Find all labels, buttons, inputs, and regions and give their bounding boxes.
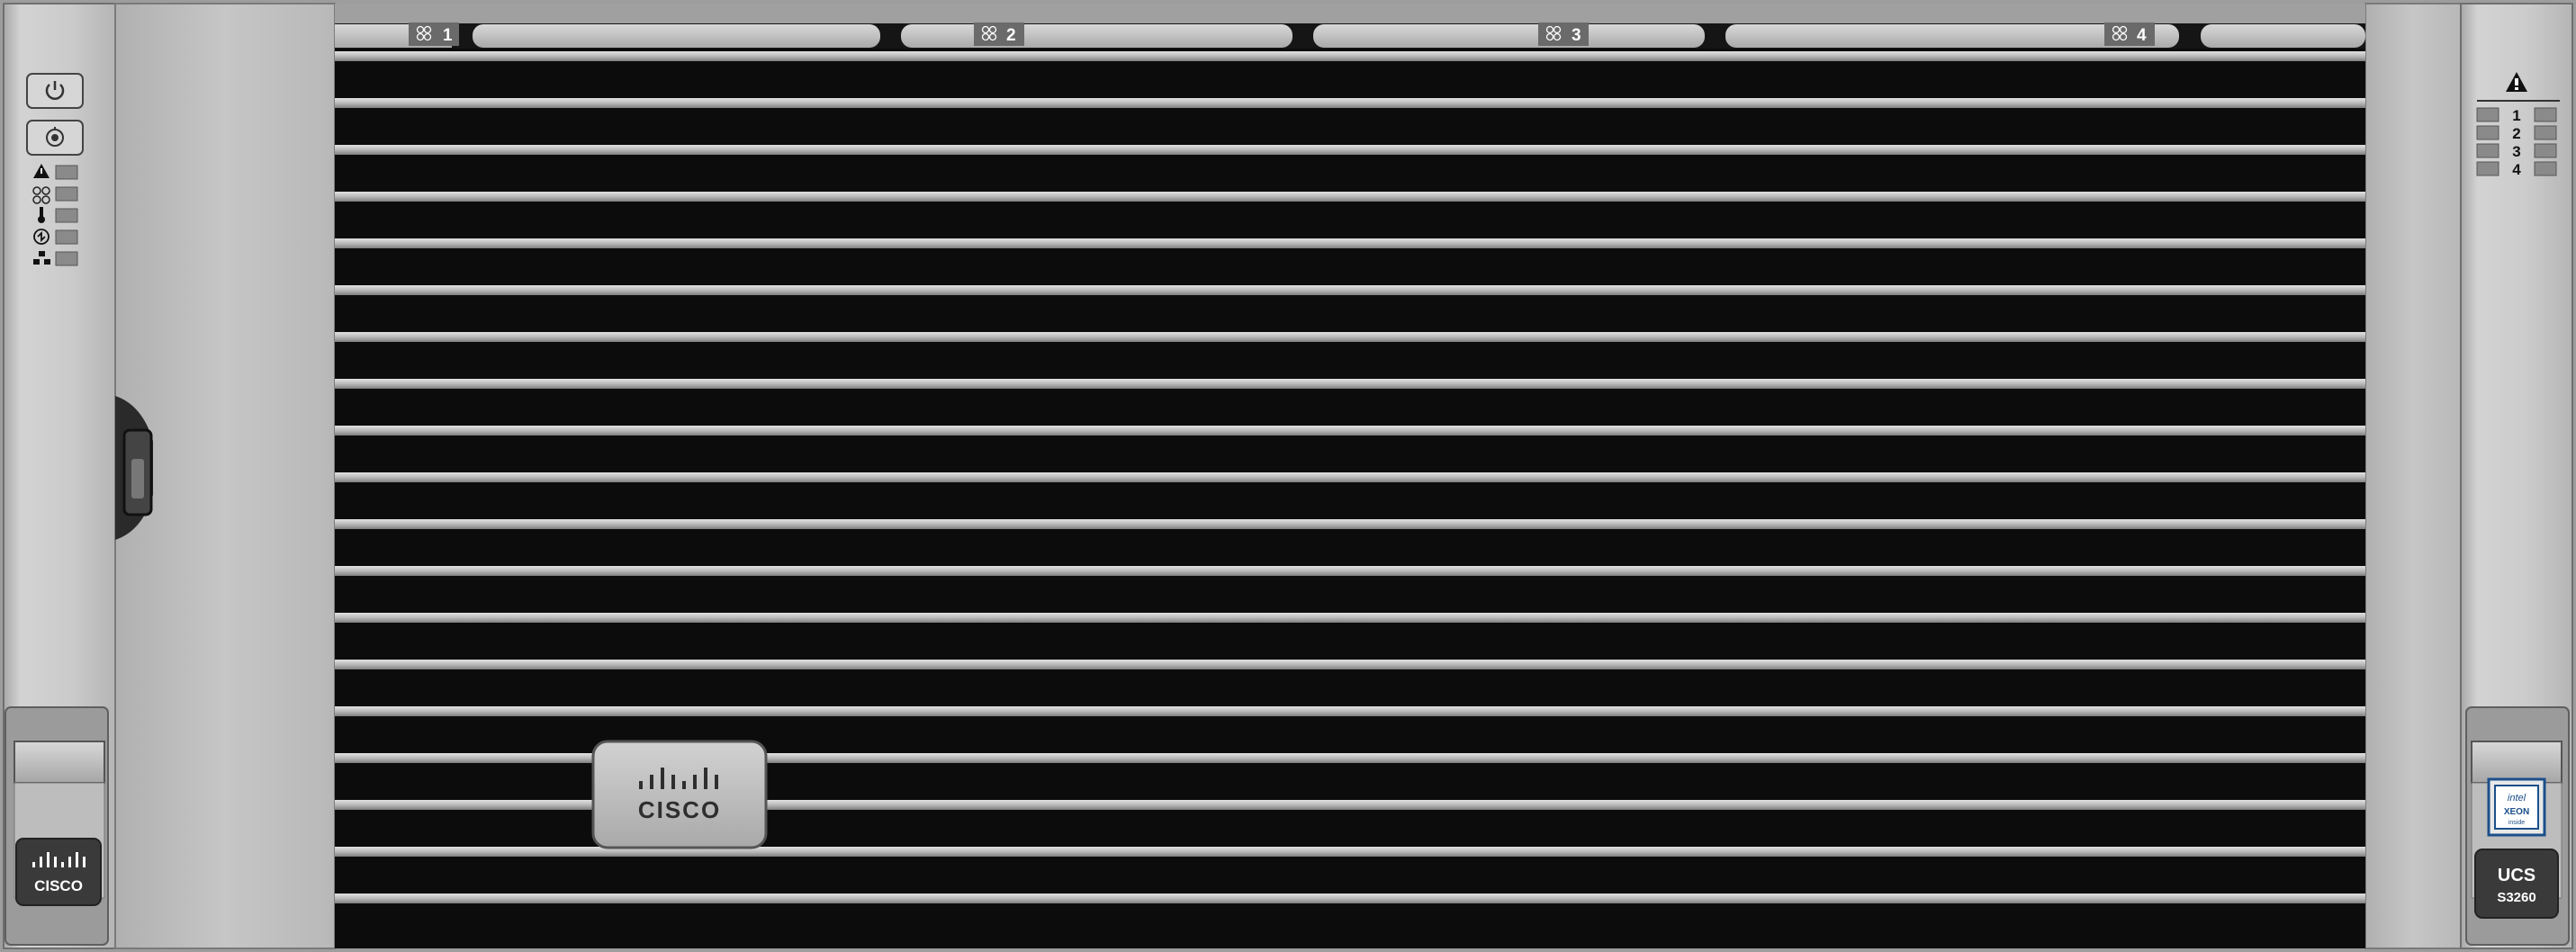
grille-slat bbox=[335, 192, 2365, 202]
grille-slat bbox=[335, 145, 2365, 155]
grille-slat bbox=[335, 566, 2365, 576]
grille-slat bbox=[335, 51, 2365, 61]
slot-number-4: 4 bbox=[2512, 161, 2521, 178]
right-pull-handle[interactable] bbox=[2471, 741, 2562, 784]
slot-number-1: 1 bbox=[2512, 107, 2520, 124]
fan-tray-tab-3[interactable] bbox=[1313, 24, 1705, 48]
model-name-line2: S3260 bbox=[2497, 890, 2535, 905]
left-pull-handle[interactable] bbox=[14, 741, 105, 784]
grille-slat bbox=[335, 894, 2365, 903]
grille-slat bbox=[335, 472, 2365, 482]
grille-slat bbox=[335, 706, 2365, 716]
svg-text:3: 3 bbox=[1572, 26, 1581, 45]
right-rack-ear: 1 2 3 4 intel XEON inside UCS S3260 bbox=[2460, 3, 2573, 949]
intel-xeon-badge: intel XEON inside bbox=[2487, 777, 2546, 837]
grille-slat bbox=[335, 519, 2365, 529]
temperature-led bbox=[55, 208, 78, 223]
svg-text:intel: intel bbox=[2508, 793, 2526, 804]
fan-bay-label-4: 4 bbox=[2104, 22, 2155, 46]
fan-tray-tab-1[interactable] bbox=[473, 24, 880, 48]
grille-slat bbox=[335, 379, 2365, 389]
fan-tab-strip bbox=[335, 4, 2365, 49]
bezel-cisco-logo-text: CISCO bbox=[638, 796, 721, 823]
server-chassis-front-view: CISCO 1 2 3 4 CISCO 1 2 3 4 intel XEON i… bbox=[0, 0, 2576, 952]
model-name-line1: UCS bbox=[2498, 866, 2535, 885]
grille-slat bbox=[335, 613, 2365, 623]
grille-slat bbox=[335, 426, 2365, 436]
left-bezel-frame bbox=[114, 3, 336, 949]
slot-number-3: 3 bbox=[2512, 143, 2520, 160]
fan-bay-label-3: 3 bbox=[1538, 22, 1589, 46]
fan-tray-tab-2[interactable] bbox=[901, 24, 1293, 48]
right-bezel-frame bbox=[2364, 3, 2462, 949]
fault-led bbox=[55, 165, 78, 180]
svg-text:2: 2 bbox=[1006, 26, 1016, 45]
bezel-cisco-logo-plate: CISCO bbox=[591, 740, 768, 849]
power-button[interactable] bbox=[26, 73, 84, 109]
fan-bay-label-2: 2 bbox=[974, 22, 1024, 46]
grille-slat bbox=[335, 285, 2365, 295]
psu-led bbox=[55, 229, 78, 245]
svg-text:inside: inside bbox=[2508, 820, 2525, 826]
grille-slat bbox=[335, 98, 2365, 108]
grille-slat bbox=[335, 660, 2365, 669]
left-cisco-logo-text: CISCO bbox=[34, 877, 83, 894]
grille-slat bbox=[335, 332, 2365, 342]
slot-number-2: 2 bbox=[2512, 125, 2520, 142]
fan-bay-label-1: 1 bbox=[409, 22, 459, 46]
svg-text:1: 1 bbox=[443, 26, 453, 45]
left-cisco-badge bbox=[15, 838, 102, 906]
grille-slat bbox=[335, 238, 2365, 248]
fan-led bbox=[55, 186, 78, 202]
svg-text:XEON: XEON bbox=[2504, 807, 2529, 817]
svg-text:4: 4 bbox=[2137, 26, 2147, 45]
left-rack-ear: CISCO bbox=[3, 3, 116, 949]
network-led bbox=[55, 251, 78, 266]
